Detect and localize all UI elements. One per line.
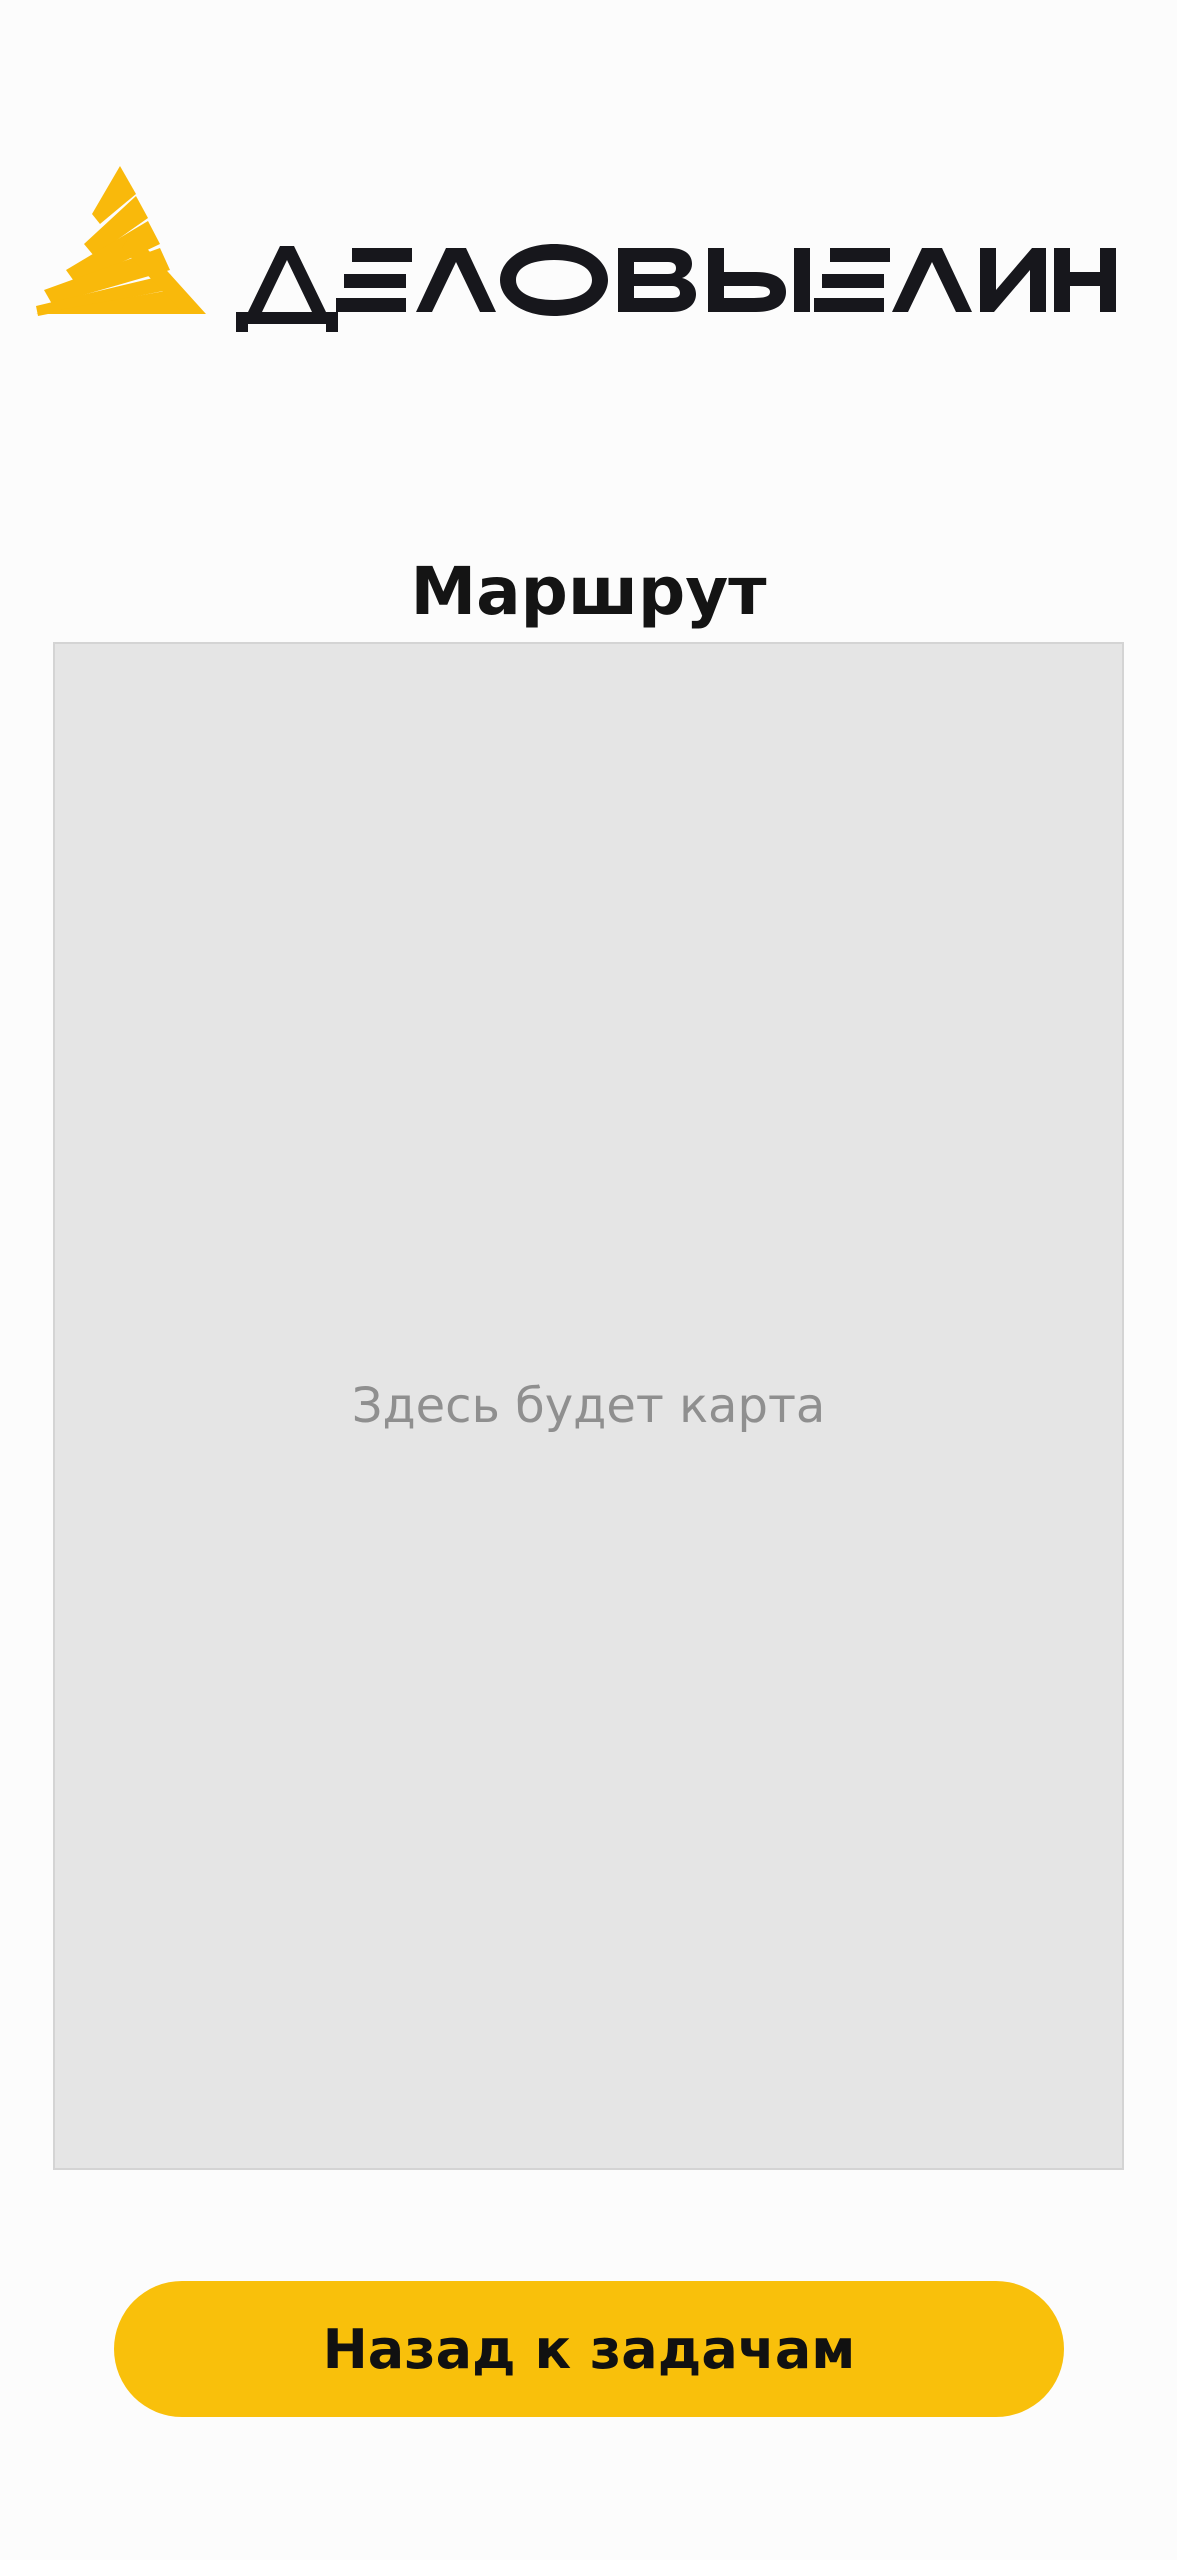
logo-wordmark — [236, 244, 1116, 332]
company-logo — [36, 166, 1120, 336]
back-to-tasks-button[interactable]: Назад к задачам — [114, 2281, 1064, 2417]
map-placeholder-text: Здесь будет карта — [351, 1378, 826, 1434]
page-title: Маршрут — [410, 553, 767, 631]
triangle-sunburst-icon — [36, 166, 206, 316]
route-map[interactable]: Здесь будет карта — [53, 642, 1124, 2170]
